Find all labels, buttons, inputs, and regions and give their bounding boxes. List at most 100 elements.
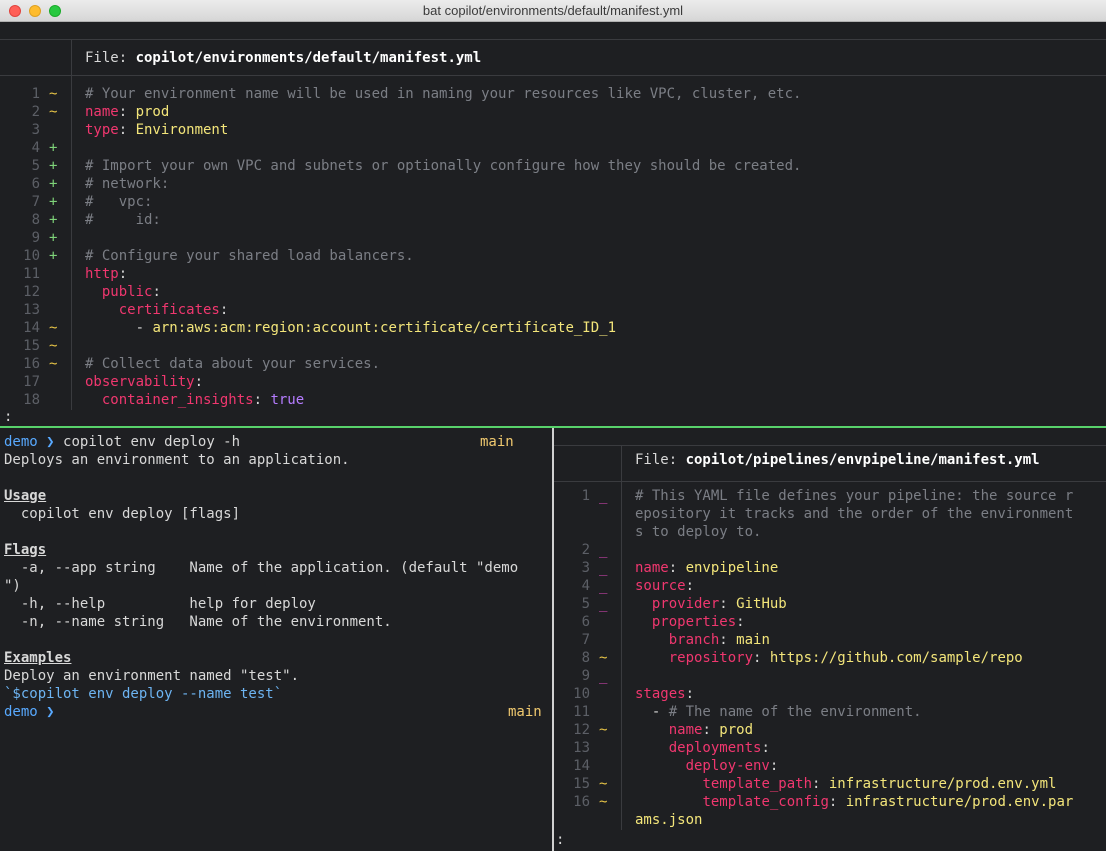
- line-number: 12: [23, 284, 40, 300]
- code-token: branch: [668, 632, 720, 648]
- line-number: 11: [573, 704, 590, 720]
- code-line: epository it tracks and the order of the…: [635, 505, 1073, 523]
- line-number: [554, 811, 590, 829]
- example-description: Deploy an environment named "test".: [4, 668, 300, 684]
- code-token: # Import your own VPC and subnets or opt…: [85, 158, 802, 174]
- git-branch: main: [508, 704, 542, 720]
- line-number: 16: [573, 794, 590, 810]
- line-number: 8: [581, 650, 590, 666]
- git-change-marker: _: [599, 578, 608, 594]
- code-token: Environment: [135, 122, 229, 138]
- code-line: http:: [85, 265, 127, 283]
- git-branch: main: [480, 434, 514, 450]
- git-change-marker: ~: [599, 722, 608, 738]
- code-token: -: [635, 704, 669, 720]
- git-change-marker: +: [49, 176, 58, 192]
- flag-line: -n, --name string Name of the environmen…: [4, 614, 392, 630]
- code-line: template_path: infrastructure/prod.env.y…: [635, 775, 1056, 793]
- line-number: [554, 523, 590, 541]
- prompt-line[interactable]: demo ❯: [4, 703, 55, 721]
- code-line: name: prod: [85, 103, 169, 121]
- line-number: 14: [23, 320, 40, 336]
- code-token: :: [753, 650, 770, 666]
- code-token: # network:: [85, 176, 170, 192]
- code-token: main: [736, 632, 770, 648]
- line-number: 5: [31, 158, 40, 174]
- code-token: # id:: [85, 212, 161, 228]
- code-line: deploy-env:: [635, 757, 779, 775]
- header-bottom-rule: [0, 75, 1106, 76]
- code-token: name: [85, 104, 119, 120]
- code-token: # This YAML file defines your pipeline: …: [635, 488, 1074, 504]
- git-change-marker: ~: [599, 776, 608, 792]
- code-token: # vpc:: [85, 194, 153, 210]
- line-number: 1: [31, 86, 40, 102]
- window-title: bat copilot/environments/default/manifes…: [422, 3, 684, 18]
- description: Deploys an environment to an application…: [4, 452, 350, 468]
- header-gutter-separator: [621, 446, 622, 481]
- line-number: 10: [23, 248, 40, 264]
- header-top-rule: [0, 39, 1106, 40]
- code-line: s to deploy to.: [635, 523, 761, 541]
- code-token: :: [702, 722, 720, 738]
- file-header: File: copilot/environments/default/manif…: [85, 49, 481, 67]
- code-line: observability:: [85, 373, 203, 391]
- code-line: template_config: infrastructure/prod.env…: [635, 793, 1073, 811]
- code-token: :: [118, 266, 128, 282]
- top-terminal-pane[interactable]: File: copilot/environments/default/manif…: [0, 22, 1106, 426]
- flags-heading: Flags: [4, 542, 47, 558]
- line-number: 18: [23, 392, 40, 408]
- code-token: true: [270, 392, 305, 408]
- code-token: :: [828, 794, 846, 810]
- line-number: 13: [23, 302, 40, 318]
- code-token: public: [101, 284, 153, 300]
- code-token: :: [719, 632, 737, 648]
- code-token: :: [253, 392, 271, 408]
- code-line: container_insights: true: [85, 391, 304, 409]
- git-change-marker: _: [599, 596, 608, 612]
- line-number: 17: [23, 374, 40, 390]
- line-number: 8: [31, 212, 40, 228]
- code-token: epository it tracks and the order of the…: [635, 506, 1074, 522]
- code-token: repository: [668, 650, 754, 666]
- code-token: :: [761, 740, 770, 756]
- code-line: properties:: [635, 613, 745, 631]
- flag-line: -h, --help help for deploy: [4, 596, 316, 612]
- example-command: `$copilot env deploy --name test`: [4, 686, 283, 702]
- file-label: File:: [635, 452, 686, 468]
- file-name: copilot/pipelines/envpipeline/manifest.y…: [685, 452, 1040, 468]
- git-change-marker: ~: [49, 338, 58, 354]
- line-number: 6: [31, 176, 40, 192]
- code-line: # Your environment name will be used in …: [85, 85, 801, 103]
- right-terminal-pane[interactable]: File: copilot/pipelines/envpipeline/mani…: [554, 428, 1106, 851]
- code-line: source:: [635, 577, 694, 595]
- code-line: ams.json: [635, 811, 702, 829]
- code-token: :: [194, 374, 204, 390]
- code-token: arn:aws:acm:region:account:certificate/c…: [152, 320, 617, 336]
- shell-pane[interactable]: demo ❯ copilot env deploy -h main Deploy…: [0, 428, 552, 851]
- code-line: name: prod: [635, 721, 753, 739]
- pager-prompt[interactable]: :: [4, 408, 12, 426]
- line-number: [554, 505, 590, 523]
- code-line: deployments:: [635, 739, 770, 757]
- line-number: 2: [581, 542, 590, 558]
- code-token: :: [719, 596, 737, 612]
- code-token: :: [685, 686, 695, 702]
- file-label: File:: [85, 50, 136, 66]
- pager-prompt[interactable]: :: [556, 831, 564, 849]
- flag-line: "): [4, 578, 21, 594]
- code-token: source: [635, 578, 686, 594]
- code-token: :: [685, 578, 695, 594]
- code-token: :: [219, 302, 229, 318]
- code-token: -: [85, 320, 153, 336]
- git-change-marker: +: [49, 248, 58, 264]
- code-line: # network:: [85, 175, 169, 193]
- line-number: 2: [31, 104, 40, 120]
- gutter-separator: [71, 76, 72, 410]
